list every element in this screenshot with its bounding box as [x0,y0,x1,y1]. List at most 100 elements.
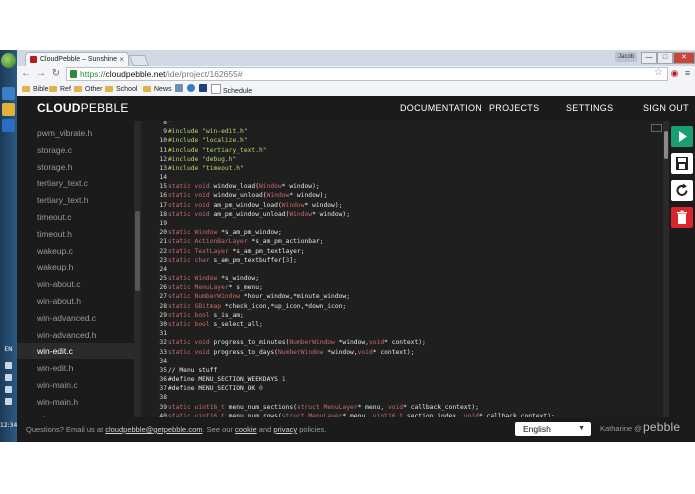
reload-button[interactable] [671,180,693,201]
clock[interactable]: 12:34 [0,422,17,429]
word-icon[interactable] [2,119,15,132]
browser-chrome: CloudPebble – Sunshine × Jacob — □ ✕ ← →… [17,50,695,97]
file-item[interactable]: win-main.c [17,377,134,393]
editor-scrollbar[interactable] [663,121,669,417]
run-button[interactable] [671,126,693,147]
cookie-policy-link[interactable]: cookie [235,425,257,434]
bookmark-news[interactable]: News [143,84,172,95]
back-arrow-icon[interactable]: ← [19,67,33,81]
cloudpebble-logo[interactable]: CLOUDPEBBLE [37,101,129,116]
file-item[interactable]: win-about.h [17,293,134,309]
file-item[interactable]: win-advanced.h [17,327,134,343]
line-number: 15 [159,183,167,191]
line-number: 34 [159,357,167,365]
tab-close-icon[interactable]: × [119,53,124,67]
line-number: 32 [159,339,167,347]
code-text: static bool s_is_am; [168,311,244,319]
reload-icon[interactable]: ↻ [49,67,63,81]
line-number: 23 [159,256,167,264]
code-line: 9 #include "win-edit.h" [141,127,663,136]
close-window-button[interactable]: ✕ [673,52,695,64]
privacy-policy-link[interactable]: privacy [273,425,297,434]
folder-icon [105,86,113,92]
file-item[interactable]: win-edit.c [17,343,134,360]
forward-arrow-icon[interactable]: → [34,67,48,81]
code-text: static void progress_to_minutes(NumberWi… [168,339,426,347]
minimize-button[interactable]: — [641,52,657,64]
maximize-button[interactable]: □ [657,52,673,64]
file-item[interactable]: wakeup.c [17,243,134,259]
dropdown-caret-icon: ▼ [578,425,585,432]
code-line: 27 static NumberWindow *hour_window,*minu… [141,292,663,301]
nav-projects[interactable]: PROJECTS [489,103,539,114]
volume-icon[interactable] [5,398,12,405]
bookmark-site-1[interactable] [175,84,185,95]
file-item[interactable]: win-about.c [17,276,134,292]
code-line: 23 static char s_am_pm_textbuffer[3]; [141,256,663,265]
line-number: 22 [159,247,167,255]
file-item[interactable]: timeout.c [17,209,134,225]
language-select[interactable]: English ▼ [515,422,591,436]
file-item[interactable]: timeout.h [17,226,134,242]
user-profile-badge[interactable]: Jacob [615,52,637,62]
site-icon [175,84,183,92]
nav-settings[interactable]: SETTINGS [566,103,613,114]
explorer-icon[interactable] [2,87,15,100]
code-line: 32 static void progress_to_minutes(Number… [141,338,663,347]
bookmark-site-3[interactable] [199,84,209,95]
sidebar-scrollbar[interactable] [134,121,141,417]
file-item[interactable]: pwm_vibrate.h [17,125,134,141]
bookmark-other[interactable]: Other [74,84,103,95]
cloudpebble-favicon [30,56,37,63]
start-button[interactable] [1,53,16,68]
chrome-icon[interactable] [2,103,15,116]
sidebar-scroll-thumb[interactable] [135,211,140,291]
document-icon [211,84,221,94]
file-item[interactable]: tertiary_text.c [17,175,134,191]
file-item[interactable]: win-main.h [17,394,134,410]
menu-icon[interactable]: ≡ [682,68,693,79]
file-item[interactable]: win-edit.h [17,360,134,376]
line-number: 24 [159,265,167,273]
code-line: 11 #include "tertiary_text.h" [141,146,663,155]
extension-icon[interactable]: ◉ [669,68,680,79]
file-item[interactable]: storage.c [17,142,134,158]
bookmark-schedule[interactable]: Schedule [211,84,252,95]
footer-owner: Katharine @ [600,424,642,433]
new-tab-button[interactable] [128,55,150,66]
code-text: static MenuLayer* s_menu; [168,284,263,292]
browser-tab[interactable]: CloudPebble – Sunshine × [25,52,129,66]
tray-up-icon[interactable] [5,362,12,369]
nav-sign-out[interactable]: SIGN OUT [643,103,689,114]
code-line: 24 [141,265,663,274]
bookmark-ref[interactable]: Ref [49,84,71,95]
support-email-link[interactable]: cloudpebble@getpebble.com [105,425,202,434]
code-text: #include "tertiary_text.h" [168,146,267,154]
code-line: 22 static TextLayer *s_am_pm_textlayer; [141,247,663,256]
code-text: static TextLayer *s_am_pm_textlayer; [168,247,305,255]
bookmark-school[interactable]: School [105,84,137,95]
editor-scroll-thumb[interactable] [664,131,668,159]
code-line: 30 static bool s_select_all; [141,320,663,329]
file-item[interactable]: wakeup.h [17,259,134,275]
address-bar[interactable]: https://cloudpebble.net/ide/project/1626… [66,67,668,81]
bookmark-bible[interactable]: Bible [22,84,49,95]
file-item[interactable]: win-advanced.c [17,310,134,326]
app-header: CLOUDPEBBLE DOCUMENTATION PROJECTS SETTI… [17,96,695,121]
file-item[interactable]: tertiary_text.h [17,192,134,208]
code-editor[interactable]: 8 " 9 #include "win-edit.h" 10 #include "loca… [141,121,663,417]
bookmark-star-icon[interactable]: ☆ [654,67,663,79]
folder-icon [74,86,82,92]
language-indicator[interactable]: EN [0,346,17,353]
code-line: 35// Menu stuff [141,366,663,375]
battery-icon[interactable] [5,374,12,381]
nav-documentation[interactable]: DOCUMENTATION [400,103,482,114]
network-icon[interactable] [5,386,12,393]
bookmark-site-2[interactable] [187,84,197,95]
file-item[interactable]: storage.h [17,159,134,175]
code-text: #include "debug.h" [168,155,237,163]
save-button[interactable] [671,153,693,174]
code-line: 14 [141,173,663,182]
delete-button[interactable] [671,207,693,228]
line-number: 13 [159,164,167,172]
